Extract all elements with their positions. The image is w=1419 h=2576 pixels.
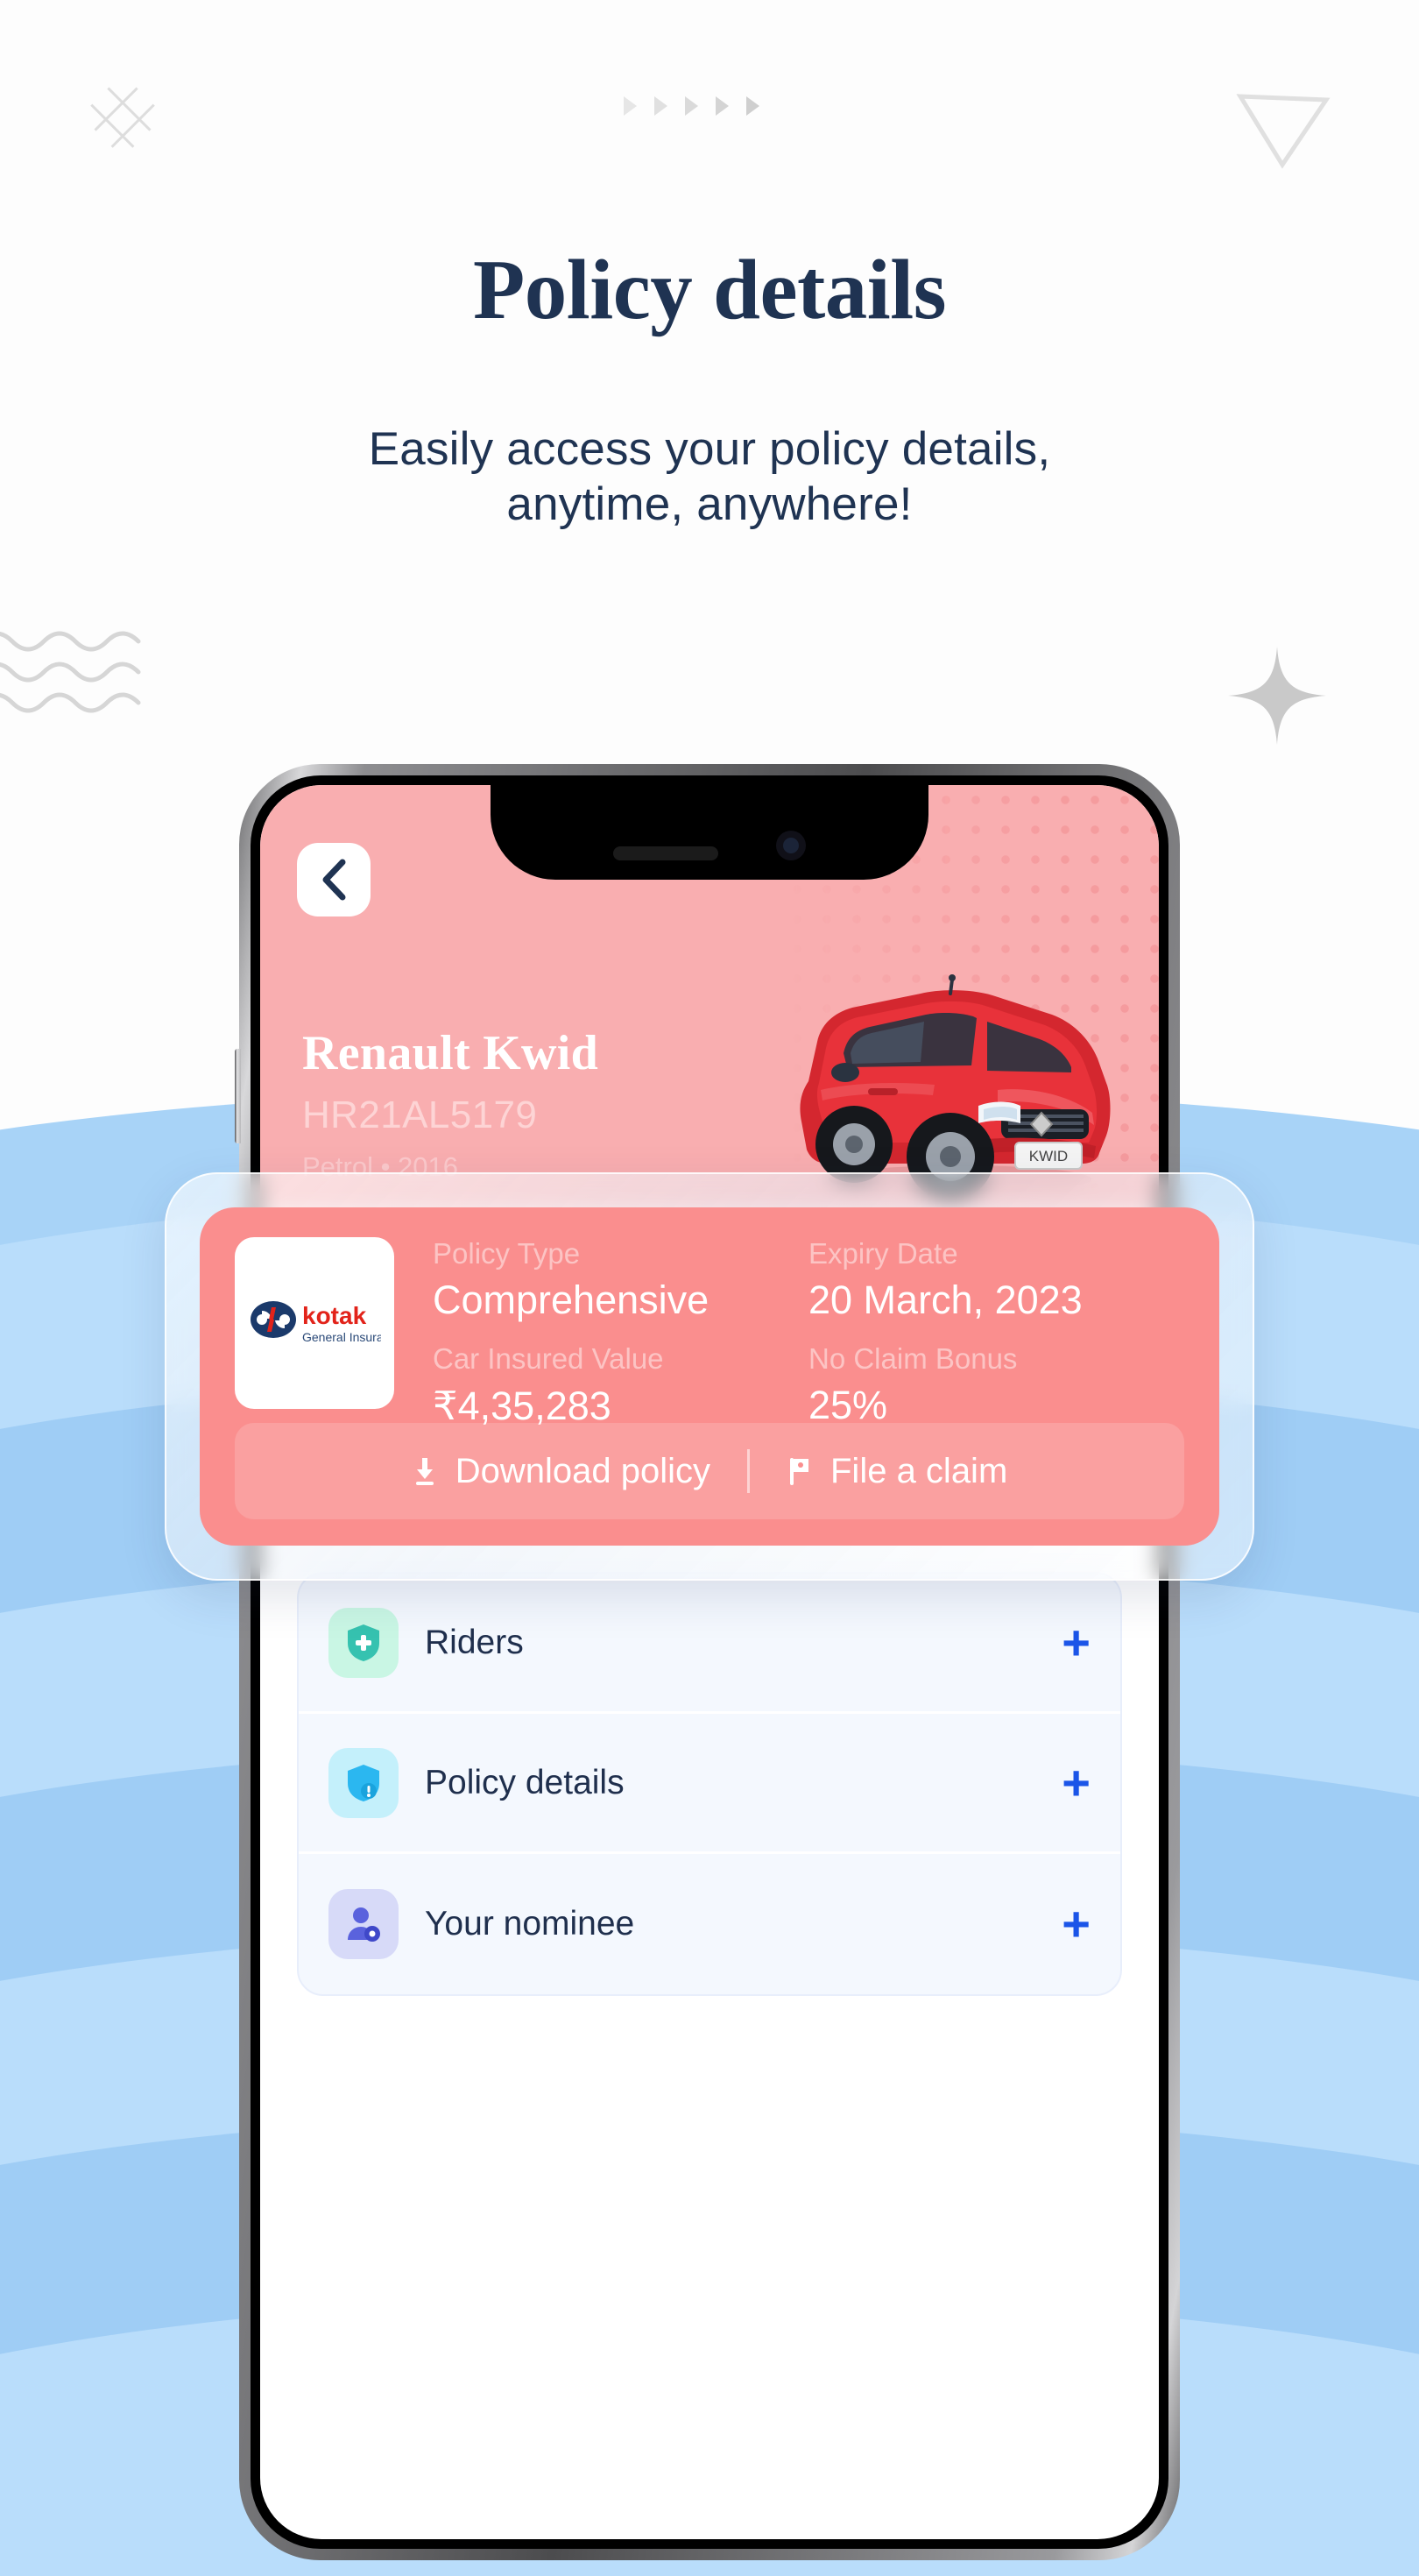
accordion-label-riders: Riders: [425, 1623, 524, 1661]
policy-actions-bar: Download policy File a claim: [235, 1423, 1184, 1519]
policy-field-car-insured-value: Car Insured Value ₹4,35,283: [433, 1342, 808, 1429]
vehicle-plate: HR21AL5179: [302, 1093, 538, 1136]
user-settings-icon: [328, 1889, 399, 1959]
accordion-row-your-nominee[interactable]: Your nominee +: [299, 1854, 1120, 1994]
dynamic-island: [491, 785, 928, 880]
download-policy-button[interactable]: Download policy: [375, 1452, 747, 1491]
back-chevron-icon: [322, 859, 346, 901]
policy-field-expiry-date: Expiry Date 20 March, 2023: [808, 1237, 1184, 1323]
accordion-label-policy-details: Policy details: [425, 1763, 625, 1801]
app-header: Renault Kwid HR21AL5179 Petrol • 2016 KW…: [260, 785, 1159, 1213]
plus-icon-riders[interactable]: +: [1062, 1618, 1091, 1667]
front-camera-icon: [776, 831, 806, 860]
accordion-row-riders[interactable]: Riders +: [299, 1574, 1120, 1714]
svg-text:kotak: kotak: [302, 1302, 367, 1329]
car-insured-value-label: Car Insured Value: [433, 1342, 664, 1375]
shield-plus-icon: [328, 1607, 399, 1678]
plus-icon-your-nominee[interactable]: +: [1062, 1900, 1091, 1948]
kotak-general-insurance-logo-icon: kotak General Insurance: [251, 1301, 381, 1344]
glass-overlay-card: kotak General Insurance Policy Type Comp…: [165, 1172, 1254, 1581]
phone-bezel: Renault Kwid HR21AL5179 Petrol • 2016 KW…: [251, 775, 1168, 2549]
accordion-row-policy-details[interactable]: Policy details +: [299, 1714, 1120, 1854]
download-icon: [415, 1458, 434, 1485]
earpiece-speaker-icon: [613, 846, 718, 860]
arrow-chevrons-decoration-icon: [624, 96, 759, 116]
insurer-logo: kotak General Insurance: [235, 1237, 394, 1409]
file-a-claim-label: File a claim: [830, 1451, 1008, 1490]
flag-icon: [790, 1458, 808, 1485]
page-subtitle-line2: anytime, anywhere!: [506, 478, 913, 530]
policy-field-grid: Policy Type Comprehensive Expiry Date 20…: [433, 1237, 1184, 1429]
vehicle-info-block: Renault Kwid HR21AL5179 Petrol • 2016: [302, 1025, 598, 1183]
wavy-lines-decoration-icon: [0, 624, 173, 720]
policy-type-value: Comprehensive: [433, 1277, 710, 1322]
page-subtitle: Easily access your policy details, anyti…: [0, 422, 1419, 532]
phone-screen: Renault Kwid HR21AL5179 Petrol • 2016 KW…: [260, 785, 1159, 2539]
page-subtitle-line1: Easily access your policy details,: [368, 423, 1051, 475]
shield-info-icon: [328, 1747, 399, 1818]
svg-text:KWID: KWID: [1029, 1148, 1068, 1164]
back-button[interactable]: [297, 843, 371, 916]
car-image: KWID: [800, 974, 1111, 1200]
policy-card-top: kotak General Insurance Policy Type Comp…: [235, 1237, 1184, 1429]
phone-mockup: Renault Kwid HR21AL5179 Petrol • 2016 KW…: [235, 764, 1180, 2560]
no-claim-bonus-label: No Claim Bonus: [808, 1342, 1018, 1375]
expiry-date-value: 20 March, 2023: [808, 1277, 1083, 1322]
policy-accordion: Riders + Policy details + Your nominee +: [297, 1572, 1122, 1996]
download-policy-label: Download policy: [455, 1451, 710, 1490]
plus-icon-policy-details[interactable]: +: [1062, 1759, 1091, 1807]
no-claim-bonus-value: 25%: [808, 1383, 888, 1427]
file-a-claim-button[interactable]: File a claim: [750, 1452, 1044, 1491]
four-point-sparkle-decoration-icon: [1226, 645, 1328, 747]
phone-side-button[interactable]: [235, 1049, 241, 1143]
policy-field-policy-type: Policy Type Comprehensive: [433, 1237, 808, 1323]
vehicle-name: Renault Kwid: [302, 1026, 599, 1080]
svg-text:General Insurance: General Insurance: [302, 1330, 381, 1344]
policy-summary-card: kotak General Insurance Policy Type Comp…: [200, 1207, 1219, 1546]
policy-type-label: Policy Type: [433, 1237, 581, 1270]
policy-field-no-claim-bonus: No Claim Bonus 25%: [808, 1342, 1184, 1429]
expiry-date-label: Expiry Date: [808, 1237, 958, 1270]
page-title: Policy details: [473, 243, 946, 336]
accordion-label-your-nominee: Your nominee: [425, 1905, 635, 1943]
